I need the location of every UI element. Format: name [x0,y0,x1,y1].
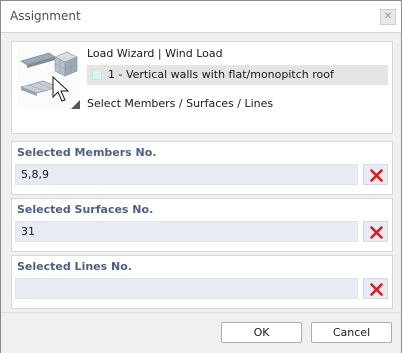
delete-icon [370,169,383,182]
lines-section: Selected Lines No. [11,255,393,309]
wind-load-wizard-icon [17,47,80,109]
load-wizard-selected-value: 1 - Vertical walls with flat/monopitch r… [108,68,334,81]
members-section: Selected Members No. 5,8,9 [11,141,393,195]
lines-label: Selected Lines No. [17,260,132,273]
delete-icon [370,283,383,296]
surfaces-input[interactable]: 31 [15,221,358,242]
load-wizard-selector[interactable]: 1 - Vertical walls with flat/monopitch r… [87,65,388,85]
corner-marker-icon [71,100,80,109]
load-wizard-subtitle: Select Members / Surfaces / Lines [87,97,274,110]
clear-members-button[interactable] [363,164,388,185]
color-swatch-icon [92,69,102,80]
members-label: Selected Members No. [17,146,157,159]
load-wizard-title: Load Wizard | Wind Load [87,47,223,60]
delete-icon [370,226,383,239]
surfaces-label: Selected Surfaces No. [17,203,154,216]
close-icon[interactable]: ✕ [380,9,396,25]
title-bar: Assignment ✕ [1,1,401,33]
members-input[interactable]: 5,8,9 [15,164,358,185]
clear-surfaces-button[interactable] [363,221,388,242]
cancel-button[interactable]: Cancel [311,322,392,343]
load-wizard-panel: Load Wizard | Wind Load 1 - Vertical wal… [11,41,393,134]
dialog-title: Assignment [10,9,81,23]
lines-input[interactable] [15,278,358,299]
surfaces-section: Selected Surfaces No. 31 [11,198,393,252]
dialog-footer: OK Cancel [1,312,401,353]
clear-lines-button[interactable] [363,278,388,299]
assignment-dialog: Assignment ✕ Load Wizard | Wind Load 1 -… [0,0,402,353]
ok-button[interactable]: OK [221,322,302,343]
